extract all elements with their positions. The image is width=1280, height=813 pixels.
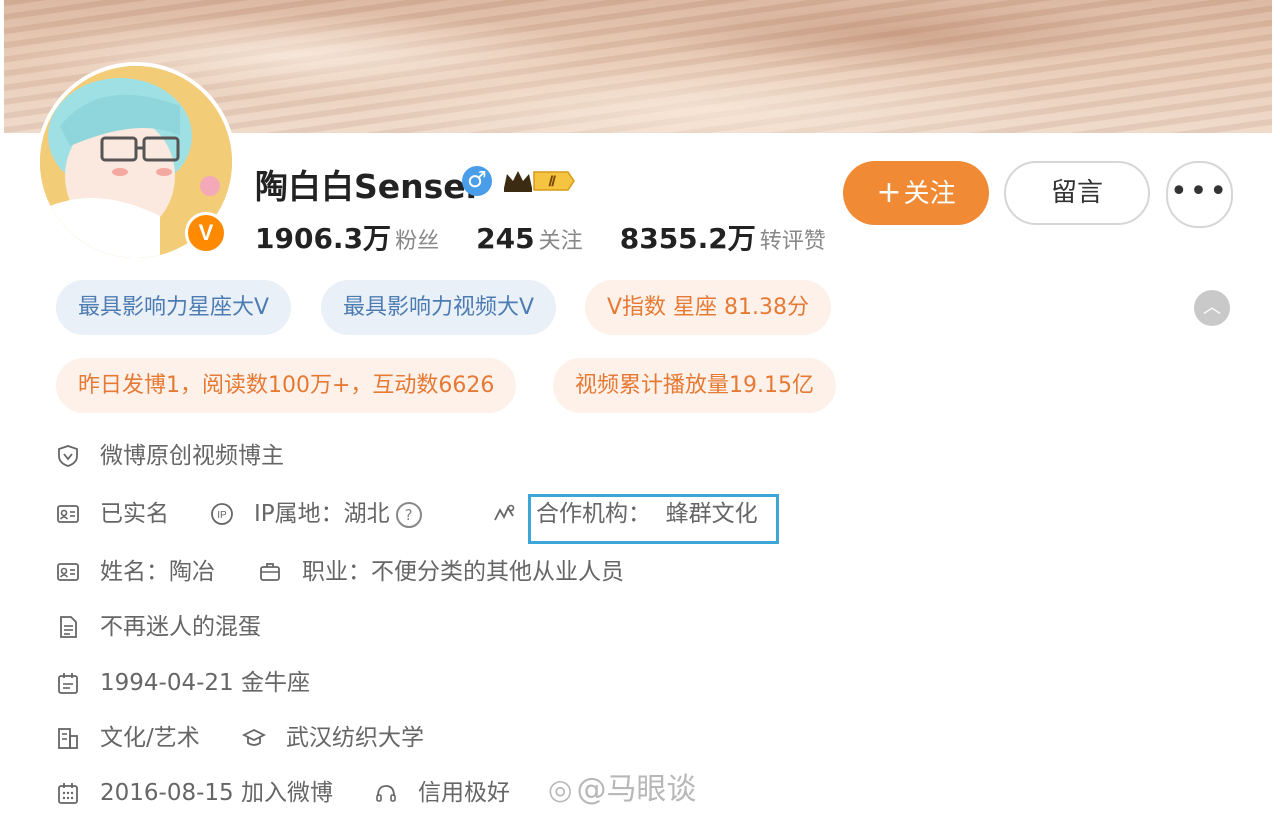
stat-interactions: 8355.2万 转评赞	[619, 222, 826, 255]
follow-button[interactable]: +关注	[843, 161, 989, 225]
male-gender-icon: ♂	[462, 166, 492, 196]
info-certification-row: 微博原创视频博主	[56, 440, 756, 472]
tag-influence-video[interactable]: 最具影响力视频大V	[321, 280, 557, 335]
real-name-status: 已实名	[100, 501, 169, 527]
plus-icon: +	[876, 175, 902, 210]
vip-crown-icon[interactable]: Ⅱ	[502, 168, 576, 194]
birthday-text: 1994-04-21 金牛座	[100, 670, 310, 696]
shield-icon	[58, 445, 78, 467]
chevron-up-icon[interactable]: ︿	[1194, 290, 1230, 326]
verified-badge: V	[185, 212, 227, 254]
tag-daily-stats[interactable]: 昨日发博1，阅读数100万+，互动数6626	[56, 358, 517, 413]
real-name: 姓名：陶冶	[100, 559, 215, 585]
more-options-button[interactable]: •••	[1166, 161, 1233, 228]
calendar-grid-icon	[58, 783, 78, 804]
profile-name: 陶白白Sensei	[255, 167, 477, 206]
id-card-icon	[57, 563, 79, 581]
stat-followers[interactable]: 1906.3万 粉丝	[255, 217, 439, 257]
weibo-logo-icon: ◎	[548, 773, 573, 806]
ip-location: IP属地：湖北?	[254, 498, 422, 530]
info-birthday-row: 1994-04-21 金牛座	[56, 667, 556, 699]
document-icon	[60, 616, 77, 638]
bio-text: 不再迷人的混蛋	[100, 614, 261, 640]
briefcase-icon	[260, 563, 280, 581]
credit-text: 信用极好	[418, 780, 510, 806]
org-highlight-box	[528, 494, 779, 544]
joined-text: 2016-08-15 加入微博	[100, 780, 333, 806]
category-text: 文化/艺术	[100, 725, 200, 751]
message-button[interactable]: 留言	[1004, 161, 1150, 225]
calendar-icon	[58, 673, 78, 694]
graduation-cap-icon	[242, 728, 266, 746]
profile-stats: 1906.3万 粉丝 245 关注 8355.2万 转评赞	[255, 217, 858, 257]
partner-org-icon	[494, 504, 515, 521]
info-name-row: 姓名：陶冶 职业：不便分类的其他从业人员	[56, 556, 756, 588]
tag-influence-horoscope[interactable]: 最具影响力星座大V	[56, 280, 292, 335]
watermark: ◎ @马眼谈	[548, 772, 697, 807]
occupation: 职业：不便分类的其他从业人员	[302, 559, 624, 585]
building-icon	[58, 728, 78, 749]
help-icon[interactable]: ?	[395, 501, 422, 528]
info-bio-row: 不再迷人的混蛋	[56, 611, 556, 643]
stat-following[interactable]: 245 关注	[476, 222, 582, 255]
tag-v-index[interactable]: V指数 星座 81.38分	[585, 280, 832, 335]
ip-icon: IP	[211, 503, 233, 525]
certification-text: 微博原创视频博主	[100, 443, 284, 469]
school-text: 武汉纺织大学	[286, 725, 424, 751]
tag-video-plays[interactable]: 视频累计播放量19.15亿	[553, 358, 836, 413]
credit-icon	[376, 785, 396, 802]
id-card-icon	[57, 505, 79, 523]
svg-text:IP: IP	[217, 510, 227, 521]
info-category-row: 文化/艺术 武汉纺织大学	[56, 722, 656, 754]
